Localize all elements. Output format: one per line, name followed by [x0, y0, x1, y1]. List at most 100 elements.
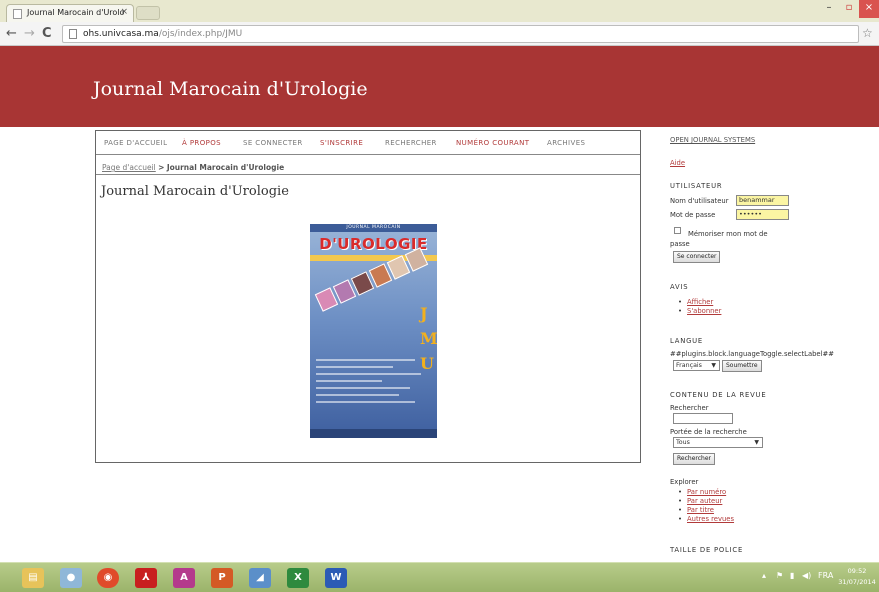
other-journals-link[interactable]: Autres revues: [687, 515, 734, 523]
remember-label: Mémoriser mon mot de: [688, 230, 768, 238]
notices-heading: AVIS: [670, 283, 689, 291]
cover-letter: J: [420, 304, 428, 323]
url-host: ohs.univcasa.ma: [83, 29, 159, 39]
journal-header: Journal Marocain d'Urologie: [0, 46, 879, 127]
breadcrumb-home-link[interactable]: Page d'accueil: [102, 163, 156, 172]
bullet-icon: •: [678, 488, 683, 496]
address-toolbar: ← → C ohs.univcasa.ma/ojs/index.php/JMU …: [0, 22, 879, 46]
clock-time: 09:52: [847, 567, 867, 575]
os-taskbar: ▤ ● ◉ ⅄ A P ◢ X W ▴ ⚑ ▮ ◀) FRA 09:52 31/…: [0, 562, 879, 592]
network-icon[interactable]: ▮: [790, 571, 794, 580]
dropdown-arrow-icon: ▼: [754, 439, 759, 446]
username-field[interactable]: benammar: [736, 195, 789, 206]
search-scope-value: Tous: [676, 439, 690, 446]
cover-small-title: JOURNAL MAROCAIN: [346, 225, 401, 230]
user-heading: UTILISATEUR: [670, 182, 723, 190]
login-button[interactable]: Se connecter: [673, 251, 721, 263]
main-content: PAGE D'ACCUEIL À PROPOS SE CONNECTER S'I…: [95, 130, 641, 463]
browse-label: Explorer: [670, 478, 699, 486]
access-icon[interactable]: A: [173, 568, 195, 588]
bullet-icon: •: [678, 307, 683, 315]
divider: [96, 174, 640, 175]
clock-date: 31/07/2014: [838, 578, 876, 586]
search-scope-select[interactable]: Tous ▼: [673, 437, 763, 448]
help-link[interactable]: Aide: [670, 159, 685, 167]
bullet-icon: •: [678, 506, 683, 514]
dropdown-arrow-icon: ▼: [711, 362, 716, 369]
file-explorer-icon[interactable]: ▤: [22, 568, 44, 588]
browse-by-issue-link[interactable]: Par numéro: [687, 488, 726, 496]
search-scope-label: Portée de la recherche: [670, 428, 747, 436]
remember-checkbox[interactable]: [674, 227, 681, 234]
excel-icon[interactable]: X: [287, 568, 309, 588]
reload-icon[interactable]: C: [42, 26, 52, 42]
powerpoint-icon[interactable]: P: [211, 568, 233, 588]
username-label: Nom d'utilisateur: [670, 197, 729, 205]
journal-cover-image[interactable]: JOURNAL MAROCAIN D'UROLOGIE J M U: [310, 224, 437, 438]
language-label: ##plugins.block.languageToggle.selectLab…: [670, 350, 834, 358]
tab-close-icon[interactable]: ×: [120, 7, 128, 17]
nav-menu: PAGE D'ACCUEIL À PROPOS SE CONNECTER S'I…: [96, 131, 640, 155]
forward-arrow-icon[interactable]: →: [24, 26, 35, 42]
language-submit-button[interactable]: Soumettre: [722, 360, 762, 372]
tray-arrow-icon[interactable]: ▴: [762, 571, 766, 580]
nav-item-about[interactable]: À PROPOS: [182, 139, 221, 147]
language-select[interactable]: Français ▼: [673, 360, 720, 371]
new-tab-button[interactable]: [136, 6, 160, 20]
nav-item-archives[interactable]: ARCHIVES: [547, 139, 585, 147]
clock[interactable]: 09:52 31/07/2014: [837, 566, 877, 588]
nav-item-home[interactable]: PAGE D'ACCUEIL: [104, 139, 167, 147]
ojs-link[interactable]: OPEN JOURNAL SYSTEMS: [670, 136, 755, 144]
nav-item-search[interactable]: RECHERCHER: [385, 139, 437, 147]
word-icon[interactable]: W: [325, 568, 347, 588]
notices-subscribe-link[interactable]: S'abonner: [687, 307, 721, 315]
bullet-icon: •: [678, 515, 683, 523]
password-field[interactable]: ••••••: [736, 209, 789, 220]
breadcrumb-current: Journal Marocain d'Urologie: [166, 163, 285, 172]
nav-item-current-issue[interactable]: NUMÉRO COURANT: [456, 139, 529, 147]
journal-header-title: Journal Marocain d'Urologie: [93, 78, 368, 100]
volume-icon[interactable]: ◀): [802, 571, 811, 580]
chrome-icon[interactable]: ◉: [97, 568, 119, 588]
browse-by-author-link[interactable]: Par auteur: [687, 497, 722, 505]
browser-tab[interactable]: Journal Marocain d'Urolo ×: [6, 4, 134, 22]
page-icon: [69, 29, 77, 39]
close-window-icon[interactable]: ×: [859, 0, 879, 18]
browser-tab-strip: Journal Marocain d'Urolo × – ▫ ×: [0, 0, 879, 22]
search-button[interactable]: Rechercher: [673, 453, 715, 465]
app-icon[interactable]: ◢: [249, 568, 271, 588]
cover-text-lines: [316, 359, 426, 408]
url-input[interactable]: ohs.univcasa.ma/ojs/index.php/JMU: [62, 25, 859, 43]
media-player-icon[interactable]: ●: [60, 568, 82, 588]
cover-letter: M: [420, 329, 437, 348]
back-arrow-icon[interactable]: ←: [6, 26, 17, 42]
url-path: /ojs/index.php/JMU: [158, 29, 243, 39]
breadcrumb: Page d'accueil > Journal Marocain d'Urol…: [102, 163, 284, 172]
tab-title: Journal Marocain d'Urolo: [27, 8, 125, 17]
bullet-icon: •: [678, 298, 683, 306]
search-input[interactable]: [673, 413, 733, 424]
tray-flag-icon[interactable]: ⚑: [776, 571, 783, 580]
cover-bottom-band: [310, 429, 437, 438]
page-title: Journal Marocain d'Urologie: [101, 184, 289, 199]
language-heading: LANGUE: [670, 337, 704, 345]
journal-content-heading: CONTENU DE LA REVUE: [670, 391, 767, 399]
password-label: Mot de passe: [670, 211, 716, 219]
bullet-icon: •: [678, 497, 683, 505]
page-icon: [13, 9, 22, 19]
language-value: Français: [676, 362, 702, 369]
tray-language[interactable]: FRA: [818, 571, 833, 580]
font-size-heading: TAILLE DE POLICE: [670, 546, 744, 554]
bookmark-star-icon[interactable]: ☆: [862, 26, 873, 40]
nav-item-login[interactable]: SE CONNECTER: [243, 139, 303, 147]
acrobat-icon[interactable]: ⅄: [135, 568, 157, 588]
minimize-icon[interactable]: –: [819, 0, 839, 18]
remember-label-cont: passe: [670, 240, 690, 248]
notices-view-link[interactable]: Afficher: [687, 298, 713, 306]
sidebar: OPEN JOURNAL SYSTEMS Aide UTILISATEUR No…: [670, 130, 875, 562]
search-label: Rechercher: [670, 404, 709, 412]
maximize-icon[interactable]: ▫: [839, 0, 859, 18]
breadcrumb-separator: >: [158, 163, 165, 172]
browse-by-title-link[interactable]: Par titre: [687, 506, 714, 514]
nav-item-register[interactable]: S'INSCRIRE: [320, 139, 363, 147]
